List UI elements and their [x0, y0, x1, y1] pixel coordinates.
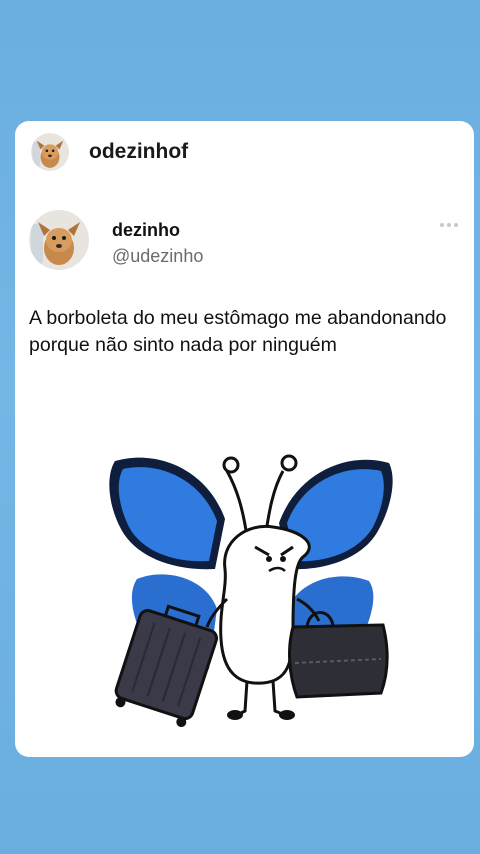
tweet-author: dezinho @udezinho	[29, 210, 203, 270]
story-avatar[interactable]	[31, 133, 69, 171]
tweet-text: A borboleta do meu estômago me abandonan…	[29, 307, 447, 356]
story-header[interactable]: odezinhof	[31, 133, 188, 171]
more-options-icon[interactable]	[440, 221, 458, 229]
dog-avatar-icon	[29, 210, 89, 270]
story-username[interactable]: odezinhof	[89, 140, 188, 164]
dog-avatar-icon	[31, 133, 69, 171]
tweet-avatar[interactable]	[29, 210, 89, 270]
user-handle[interactable]: @udezinho	[112, 246, 203, 267]
story-post-card: odezinhof dezinho @udezinho A borboleta …	[15, 121, 474, 757]
author-names: dezinho @udezinho	[112, 220, 203, 267]
display-name[interactable]: dezinho	[112, 220, 203, 241]
butterfly-meme-image	[109, 454, 393, 728]
